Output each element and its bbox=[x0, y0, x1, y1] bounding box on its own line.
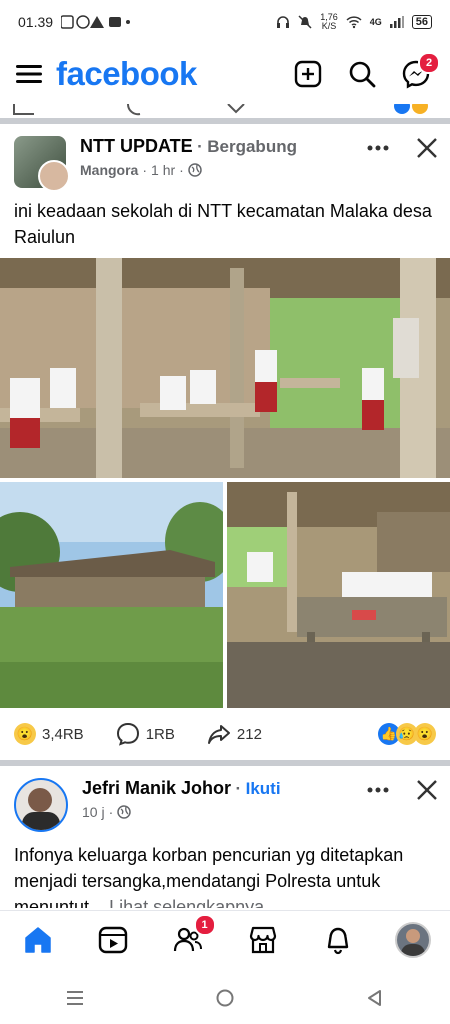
post-actions bbox=[366, 136, 438, 160]
share-count: 212 bbox=[236, 725, 262, 743]
clock: 01.39 bbox=[18, 14, 54, 30]
close-icon[interactable] bbox=[416, 137, 438, 159]
messenger-badge: 2 bbox=[418, 52, 440, 74]
create-button[interactable] bbox=[290, 56, 326, 92]
meta-separator: · bbox=[179, 162, 184, 178]
wow-reaction-icon: 😮 bbox=[414, 723, 436, 745]
more-options-icon[interactable] bbox=[366, 136, 390, 160]
nav-profile[interactable] bbox=[393, 920, 433, 960]
signal-icon bbox=[389, 16, 404, 28]
network-type: 4G bbox=[369, 17, 382, 27]
close-icon[interactable] bbox=[416, 779, 438, 801]
feed-separator bbox=[0, 118, 450, 124]
globe-icon bbox=[117, 805, 131, 819]
bell-icon bbox=[327, 927, 348, 955]
comment-count: 1RB bbox=[145, 725, 175, 743]
post-photo-1[interactable] bbox=[0, 258, 450, 478]
feed-separator bbox=[0, 760, 450, 766]
post-photo-2[interactable] bbox=[0, 482, 223, 708]
nav-friends[interactable]: 1 bbox=[168, 914, 216, 960]
video-icon bbox=[98, 926, 127, 954]
join-group-button[interactable]: Bergabung bbox=[207, 137, 297, 156]
meta-separator: · bbox=[142, 162, 148, 178]
status-bar: 01.39 1,76 K/S 4G 56 bbox=[0, 0, 450, 44]
mute-icon bbox=[298, 15, 312, 29]
share-icon bbox=[207, 725, 230, 744]
group-avatar[interactable] bbox=[14, 136, 70, 192]
meta-separator: · bbox=[108, 804, 114, 820]
group-name[interactable]: NTT UPDATE bbox=[80, 136, 193, 156]
post-actions bbox=[366, 778, 438, 802]
author-avatar[interactable] bbox=[38, 160, 70, 192]
nav-marketplace[interactable] bbox=[243, 920, 283, 960]
notification-icons bbox=[61, 15, 131, 29]
post-time[interactable]: 10 j bbox=[82, 804, 105, 820]
messenger-button[interactable]: 2 bbox=[398, 52, 440, 92]
recent-apps-icon[interactable] bbox=[65, 988, 85, 1008]
system-nav bbox=[0, 972, 450, 1024]
post-author[interactable]: Mangora bbox=[80, 162, 138, 178]
battery-indicator: 56 bbox=[411, 15, 432, 29]
name-separator: · bbox=[235, 779, 242, 798]
more-options-icon[interactable] bbox=[366, 778, 390, 802]
search-button[interactable] bbox=[344, 56, 380, 92]
previous-post-actions bbox=[0, 104, 450, 118]
post-time[interactable]: 1 hr bbox=[151, 162, 175, 178]
wow-reaction-icon: 😮 bbox=[14, 723, 36, 745]
nav-home[interactable] bbox=[18, 920, 58, 960]
share-button[interactable]: 212 bbox=[207, 722, 262, 746]
post-text: ini keadaan sekolah di NTT kecamatan Mal… bbox=[14, 201, 432, 247]
author-avatar[interactable] bbox=[14, 778, 68, 832]
bottom-nav: 1 bbox=[0, 910, 450, 969]
post-photo-3[interactable] bbox=[227, 482, 450, 708]
comment-button[interactable]: 1RB bbox=[116, 722, 175, 746]
plus-square-icon bbox=[294, 60, 322, 88]
nav-video[interactable] bbox=[93, 920, 133, 960]
reaction-count: 3,4RB bbox=[42, 725, 84, 743]
home-icon bbox=[24, 927, 51, 953]
facebook-logo[interactable]: facebook bbox=[56, 55, 290, 93]
home-circle-icon[interactable] bbox=[215, 988, 235, 1008]
network-speed: 1,76 K/S bbox=[320, 12, 338, 31]
friends-badge: 1 bbox=[193, 914, 216, 936]
comment-icon bbox=[116, 722, 139, 746]
headphones-icon bbox=[277, 16, 290, 28]
globe-icon bbox=[188, 163, 202, 177]
follow-button[interactable]: Ikuti bbox=[246, 779, 281, 798]
back-icon[interactable] bbox=[365, 988, 385, 1008]
nav-notifications[interactable] bbox=[318, 920, 358, 960]
menu-icon[interactable] bbox=[16, 63, 42, 85]
profile-avatar bbox=[394, 922, 431, 958]
react-button[interactable]: 😮 3,4RB bbox=[14, 723, 84, 745]
marketplace-icon bbox=[249, 926, 276, 954]
top-bar: facebook 2 bbox=[0, 44, 450, 104]
search-icon bbox=[349, 61, 376, 88]
reaction-summary[interactable]: 👍 😥 😮 bbox=[378, 723, 436, 745]
post-text: Infonya keluarga korban pencurian yg dit… bbox=[14, 842, 434, 908]
post-author[interactable]: Jefri Manik Johor bbox=[82, 778, 231, 798]
wifi-icon bbox=[346, 16, 362, 29]
post-stats: 😮 3,4RB 1RB 212 👍 😥 😮 bbox=[14, 722, 436, 746]
see-more-link[interactable]: Lihat selengkapnya bbox=[109, 897, 264, 908]
name-separator: · bbox=[197, 137, 203, 156]
